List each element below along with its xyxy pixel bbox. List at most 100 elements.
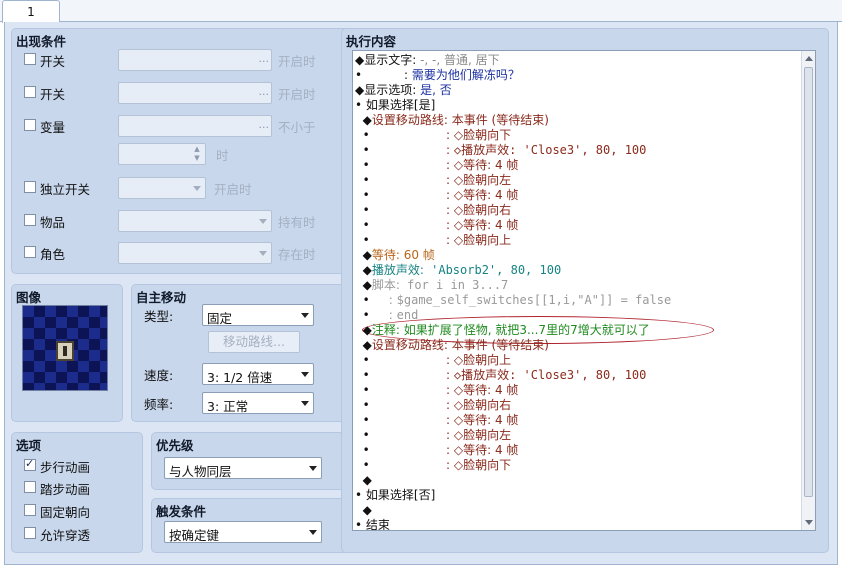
image-group: 图像 bbox=[11, 284, 123, 422]
command-line[interactable]: • : ◇等待: 4 帧 bbox=[355, 383, 519, 398]
switch2-field[interactable]: ... bbox=[118, 82, 272, 104]
actor-checkbox[interactable] bbox=[24, 246, 36, 258]
command-line[interactable]: ◆设置移动路线: 本事件 (等待结束) bbox=[355, 113, 549, 128]
command-line[interactable]: • : ◇脸朝向上 bbox=[355, 233, 511, 248]
command-marker: ◆ bbox=[355, 113, 372, 127]
command-line[interactable]: • : ◇脸朝向上 bbox=[355, 353, 511, 368]
chevron-down-icon bbox=[259, 251, 267, 256]
command-line[interactable]: • 如果选择[是] bbox=[355, 98, 435, 113]
switch1-field[interactable]: ... bbox=[118, 49, 272, 71]
command-text: ◇脸朝向右 bbox=[453, 398, 512, 412]
self-switch-dropdown[interactable] bbox=[118, 177, 206, 199]
vertical-scrollbar[interactable] bbox=[801, 51, 815, 530]
switch2-label: 开关 bbox=[40, 87, 66, 102]
command-line[interactable]: • : ◇脸朝向左 bbox=[355, 428, 511, 443]
stepping-animation-checkbox[interactable] bbox=[24, 481, 36, 493]
command-head: 如果选择[否] bbox=[362, 488, 436, 502]
priority-group: 优先级 与人物同层 bbox=[151, 432, 361, 490]
command-line[interactable]: • 如果选择[否] bbox=[355, 488, 435, 503]
move-type-dropdown[interactable]: 固定 bbox=[202, 304, 314, 326]
command-line[interactable]: • : ◇等待: 4 帧 bbox=[355, 158, 519, 173]
event-graphic-preview[interactable] bbox=[22, 305, 108, 391]
variable-checkbox[interactable] bbox=[24, 119, 36, 131]
command-head: 结束 bbox=[362, 518, 390, 531]
command-text: ◇等待: 4 帧 bbox=[453, 188, 519, 202]
chevron-down-icon bbox=[259, 219, 267, 224]
command-line[interactable]: • : $game_self_switches[[1,i,"A"]] = fal… bbox=[355, 293, 672, 308]
move-route-button[interactable]: 移动路线... bbox=[208, 331, 300, 353]
command-marker: ◆ bbox=[355, 323, 372, 337]
command-head: : bbox=[369, 293, 397, 307]
spinner-arrows-icon[interactable]: ▲ ▼ bbox=[191, 145, 203, 163]
variable-field[interactable]: ... bbox=[118, 115, 272, 137]
item-label: 物品 bbox=[40, 215, 66, 230]
switch1-checkbox[interactable] bbox=[24, 53, 36, 65]
scroll-down-arrow-icon[interactable] bbox=[805, 520, 813, 525]
walking-animation-checkbox[interactable] bbox=[24, 457, 36, 471]
command-head: : bbox=[369, 158, 454, 172]
command-line[interactable]: • : ◇等待: 4 帧 bbox=[355, 218, 519, 233]
command-line[interactable]: ◆播放声效: 'Absorb2', 80, 100 bbox=[355, 263, 562, 278]
command-line[interactable]: • : ◇等待: 4 帧 bbox=[355, 413, 519, 428]
command-line[interactable]: • : ◇脸朝向右 bbox=[355, 398, 511, 413]
command-line[interactable]: • : ◇脸朝向右 bbox=[355, 203, 511, 218]
command-line[interactable]: ◆显示文字: -, -, 普通, 居下 bbox=[355, 53, 500, 68]
chevron-down-icon bbox=[309, 466, 317, 471]
command-line[interactable]: • : ◇脸朝向下 bbox=[355, 128, 511, 143]
command-head: 显示选项: bbox=[364, 83, 417, 97]
command-line[interactable]: • : ◇脸朝向左 bbox=[355, 173, 511, 188]
conditions-title: 出现条件 bbox=[16, 34, 67, 49]
priority-dropdown[interactable]: 与人物同层 bbox=[164, 457, 322, 479]
through-checkbox[interactable] bbox=[24, 527, 36, 539]
actor-dropdown[interactable] bbox=[118, 242, 272, 264]
variable-suffix: 不小于 bbox=[278, 120, 316, 135]
command-line[interactable]: • : end bbox=[355, 308, 419, 323]
command-marker: ◆ bbox=[355, 278, 372, 292]
command-text: for i in 3...7 bbox=[399, 278, 509, 292]
tab-page-1[interactable]: 1 bbox=[2, 0, 60, 23]
command-line[interactable]: • : ◇脸朝向下 bbox=[355, 458, 511, 473]
scrollbar-thumb[interactable] bbox=[804, 67, 813, 497]
command-text: ◇等待: 4 帧 bbox=[453, 158, 519, 172]
switch1-label: 开关 bbox=[40, 54, 66, 69]
event-command-list[interactable]: ◆显示文字: -, -, 普通, 居下 • : 需要为他们解冻吗？ ◆显示选项: 是… bbox=[352, 50, 816, 531]
item-dropdown[interactable] bbox=[118, 210, 272, 232]
conditions-group: 出现条件 开关 ... 开启时 开关 ... 开启时 变量 ... 不小于 ▲ … bbox=[11, 28, 361, 274]
command-text: ◇脸朝向左 bbox=[453, 428, 512, 442]
scroll-up-arrow-icon[interactable] bbox=[805, 56, 813, 61]
chevron-down-icon bbox=[193, 186, 201, 191]
trigger-dropdown[interactable]: 按确定键 bbox=[164, 521, 322, 543]
command-line[interactable]: ◆ bbox=[355, 503, 372, 518]
variable-amount-spinner[interactable]: ▲ ▼ bbox=[118, 143, 206, 165]
move-speed-dropdown[interactable]: 3: 1/2 倍速 bbox=[202, 363, 314, 385]
command-text: ◇播放声效: 'Close3', 80, 100 bbox=[453, 368, 647, 382]
command-line[interactable]: ◆显示选项: 是, 否 bbox=[355, 83, 452, 98]
command-line[interactable]: ◆注释: 如果扩展了怪物, 就把3...7里的7增大就可以了 bbox=[355, 323, 650, 338]
command-line[interactable]: ◆设置移动路线: 本事件 (等待结束) bbox=[355, 338, 549, 353]
command-line[interactable]: • : ◇播放声效: 'Close3', 80, 100 bbox=[355, 368, 647, 383]
command-line[interactable]: • : 需要为他们解冻吗？ bbox=[355, 68, 520, 83]
command-marker: • bbox=[355, 413, 370, 427]
command-line[interactable]: • : ◇等待: 4 帧 bbox=[355, 188, 519, 203]
priority-title: 优先级 bbox=[156, 438, 194, 453]
move-type-label: 类型: bbox=[144, 309, 174, 324]
item-checkbox[interactable] bbox=[24, 214, 36, 226]
command-line[interactable]: • : ◇播放声效: 'Close3', 80, 100 bbox=[355, 143, 647, 158]
command-line[interactable]: • 结束 bbox=[355, 518, 390, 531]
command-line[interactable]: • : ◇等待: 4 帧 bbox=[355, 443, 519, 458]
command-marker: • bbox=[355, 233, 370, 247]
command-marker: ◆ bbox=[355, 503, 372, 517]
chevron-down-icon bbox=[301, 372, 309, 377]
command-line[interactable]: ◆脚本: for i in 3...7 bbox=[355, 278, 509, 293]
command-head: 设置移动路线: bbox=[371, 338, 448, 352]
command-text: ◇脸朝向左 bbox=[453, 173, 512, 187]
self-switch-checkbox[interactable] bbox=[24, 181, 36, 193]
switch2-checkbox[interactable] bbox=[24, 86, 36, 98]
direction-fix-checkbox[interactable] bbox=[24, 504, 36, 516]
command-head: 如果选择[是] bbox=[362, 98, 436, 112]
move-frequency-dropdown[interactable]: 3: 正常 bbox=[202, 392, 314, 414]
event-page-panel: 出现条件 开关 ... 开启时 开关 ... 开启时 变量 ... 不小于 ▲ … bbox=[4, 22, 838, 565]
command-line[interactable]: ◆等待: 60 帧 bbox=[355, 248, 435, 263]
command-text: ◇等待: 4 帧 bbox=[453, 443, 519, 457]
command-line[interactable]: ◆ bbox=[355, 473, 372, 488]
